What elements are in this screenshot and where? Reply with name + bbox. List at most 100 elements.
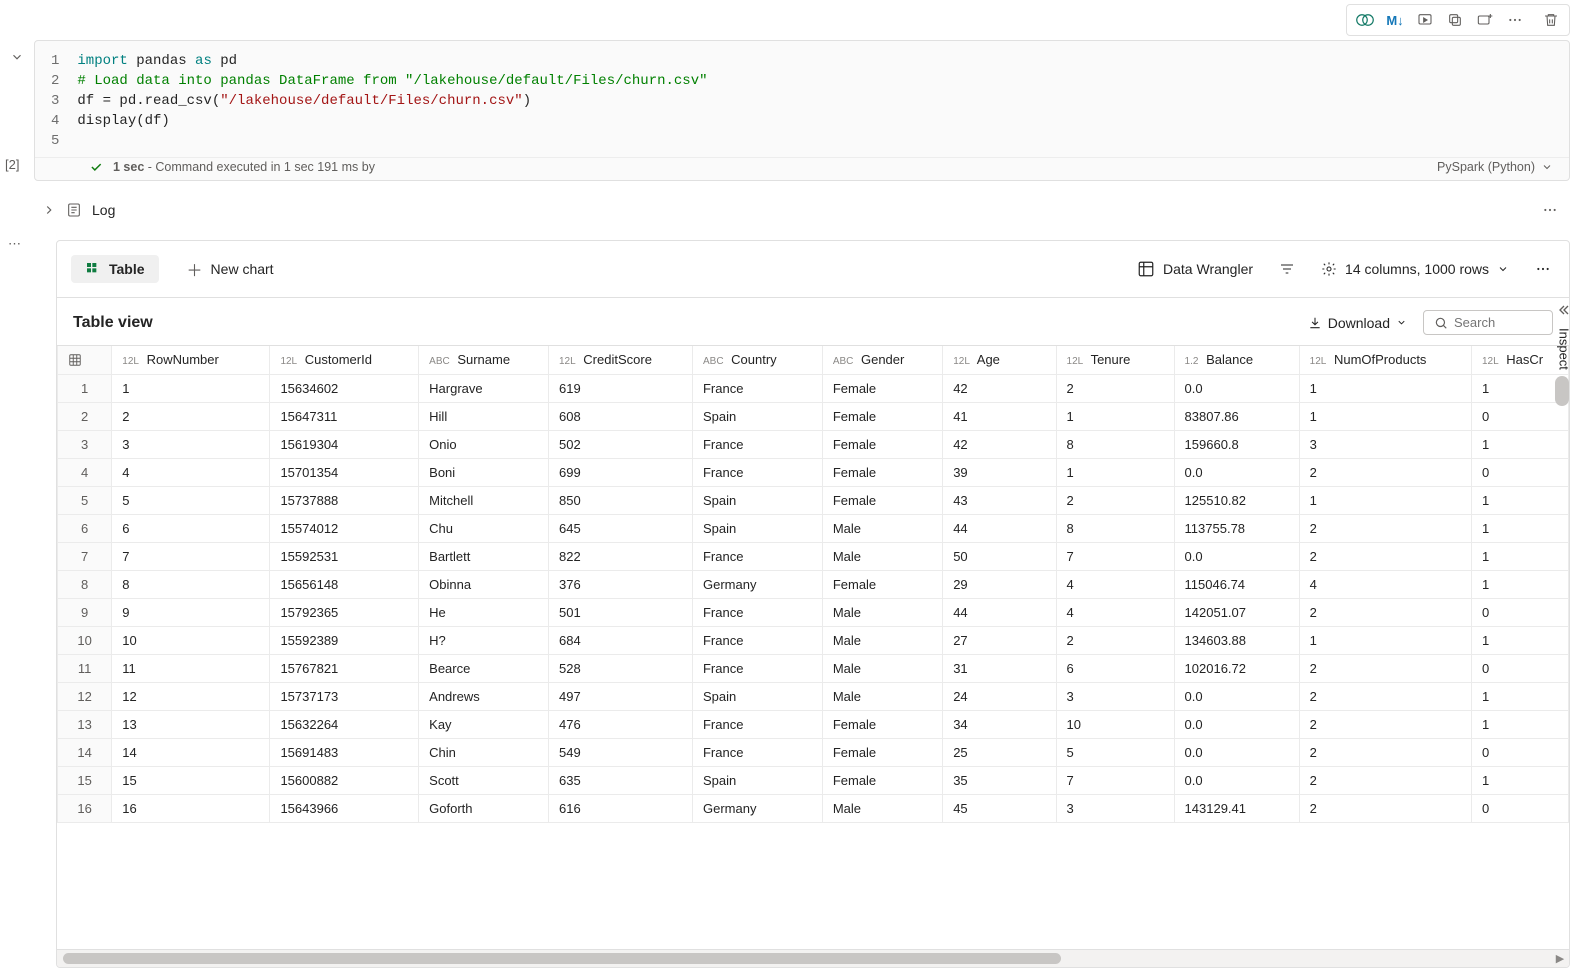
cell[interactable]: 8 — [112, 570, 270, 598]
cell[interactable]: 39 — [943, 458, 1056, 486]
cell[interactable]: 1 — [1471, 486, 1568, 514]
cell[interactable]: 608 — [548, 402, 692, 430]
cell[interactable]: 0.0 — [1174, 682, 1299, 710]
cell[interactable]: Onio — [419, 430, 549, 458]
cell[interactable]: 8 — [1056, 514, 1174, 542]
cell[interactable]: 1 — [112, 374, 270, 402]
cell[interactable]: 4 — [1056, 570, 1174, 598]
cell[interactable]: 1 — [1471, 682, 1568, 710]
cell[interactable]: 134603.88 — [1174, 626, 1299, 654]
cell[interactable]: Female — [822, 374, 942, 402]
column-header-creditscore[interactable]: 12L CreditScore — [548, 346, 692, 374]
cell[interactable]: Scott — [419, 766, 549, 794]
cell[interactable]: Goforth — [419, 794, 549, 822]
cell[interactable]: Spain — [692, 766, 822, 794]
cell[interactable]: 3 — [1056, 794, 1174, 822]
cell[interactable]: 15656148 — [270, 570, 419, 598]
cell[interactable]: 0.0 — [1174, 766, 1299, 794]
cell[interactable]: 125510.82 — [1174, 486, 1299, 514]
cell[interactable]: 1 — [1471, 430, 1568, 458]
cell[interactable]: 102016.72 — [1174, 654, 1299, 682]
table-row[interactable]: 121215737173Andrews497SpainMale2430.021 — [58, 682, 1569, 710]
cell[interactable]: 2 — [1299, 766, 1471, 794]
cell[interactable]: Female — [822, 710, 942, 738]
cell[interactable]: 25 — [943, 738, 1056, 766]
column-header-gender[interactable]: ABC Gender — [822, 346, 942, 374]
cell[interactable]: 0 — [1471, 654, 1568, 682]
column-header-rownumber[interactable]: 12L RowNumber — [112, 346, 270, 374]
cell[interactable]: 143129.41 — [1174, 794, 1299, 822]
cell[interactable]: Male — [822, 626, 942, 654]
cell[interactable]: 2 — [1299, 514, 1471, 542]
cell[interactable]: Male — [822, 542, 942, 570]
download-button[interactable]: Download — [1308, 315, 1407, 331]
cell[interactable]: 35 — [943, 766, 1056, 794]
collapse-cell-button[interactable] — [10, 50, 24, 64]
cell[interactable]: Hill — [419, 402, 549, 430]
cell[interactable]: Female — [822, 486, 942, 514]
cell[interactable]: 113755.78 — [1174, 514, 1299, 542]
cell[interactable]: 15643966 — [270, 794, 419, 822]
cell[interactable]: 2 — [112, 402, 270, 430]
expand-inspect-button[interactable] — [1556, 302, 1572, 318]
cell[interactable]: 2 — [1299, 458, 1471, 486]
expand-log-button[interactable] — [42, 203, 56, 217]
cell[interactable]: 41 — [943, 402, 1056, 430]
cell[interactable]: 502 — [548, 430, 692, 458]
cell[interactable]: Female — [822, 430, 942, 458]
cell[interactable]: 0 — [1471, 598, 1568, 626]
table-row[interactable]: 2215647311Hill608SpainFemale41183807.861… — [58, 402, 1569, 430]
search-input[interactable] — [1454, 315, 1534, 330]
convert-markdown-button[interactable]: M↓ — [1381, 7, 1409, 33]
cell[interactable]: 616 — [548, 794, 692, 822]
cell[interactable]: 15 — [112, 766, 270, 794]
cell[interactable]: 44 — [943, 598, 1056, 626]
cell[interactable]: 8 — [1056, 430, 1174, 458]
cell[interactable]: 645 — [548, 514, 692, 542]
cell[interactable]: France — [692, 542, 822, 570]
cell[interactable]: Andrews — [419, 682, 549, 710]
horizontal-scrollbar[interactable]: ▶ — [57, 949, 1569, 967]
cell[interactable]: 476 — [548, 710, 692, 738]
cell[interactable]: 6 — [112, 514, 270, 542]
cell[interactable]: 15592389 — [270, 626, 419, 654]
cell[interactable]: 0.0 — [1174, 542, 1299, 570]
delete-cell-button[interactable] — [1537, 7, 1565, 33]
cell[interactable]: France — [692, 430, 822, 458]
table-row[interactable]: 111115767821Bearce528FranceMale316102016… — [58, 654, 1569, 682]
cell[interactable]: 14 — [112, 738, 270, 766]
cell[interactable]: 1 — [1471, 766, 1568, 794]
cell-output-more-button[interactable]: ⋯ — [8, 236, 22, 252]
cell[interactable]: 2 — [1299, 710, 1471, 738]
cell[interactable]: 2 — [1299, 542, 1471, 570]
cell[interactable]: 15701354 — [270, 458, 419, 486]
cell[interactable]: 1 — [1471, 514, 1568, 542]
cell[interactable]: 29 — [943, 570, 1056, 598]
cell[interactable]: 7 — [1056, 766, 1174, 794]
cell[interactable]: 15792365 — [270, 598, 419, 626]
copilot-icon[interactable] — [1351, 7, 1379, 33]
cell[interactable]: 2 — [1056, 626, 1174, 654]
cell[interactable]: 15574012 — [270, 514, 419, 542]
table-row[interactable]: 131315632264Kay476FranceFemale34100.021 — [58, 710, 1569, 738]
cell[interactable]: Chin — [419, 738, 549, 766]
table-row[interactable]: 4415701354Boni699FranceFemale3910.020 — [58, 458, 1569, 486]
cell[interactable]: 1 — [1471, 570, 1568, 598]
cell[interactable]: France — [692, 374, 822, 402]
cell[interactable]: 699 — [548, 458, 692, 486]
cell[interactable]: 3 — [112, 430, 270, 458]
row-index-header[interactable] — [58, 346, 112, 374]
cell[interactable]: 635 — [548, 766, 692, 794]
cell[interactable]: Spain — [692, 402, 822, 430]
cell[interactable]: 159660.8 — [1174, 430, 1299, 458]
more-cell-actions-button[interactable] — [1501, 7, 1529, 33]
column-header-tenure[interactable]: 12L Tenure — [1056, 346, 1174, 374]
cell[interactable]: 1 — [1471, 542, 1568, 570]
column-header-surname[interactable]: ABC Surname — [419, 346, 549, 374]
table-row[interactable]: 6615574012Chu645SpainMale448113755.7821 — [58, 514, 1569, 542]
cell[interactable]: 0 — [1471, 794, 1568, 822]
column-header-age[interactable]: 12L Age — [943, 346, 1056, 374]
cell[interactable]: France — [692, 598, 822, 626]
cell[interactable]: 1 — [1299, 626, 1471, 654]
cell[interactable]: 0 — [1471, 458, 1568, 486]
